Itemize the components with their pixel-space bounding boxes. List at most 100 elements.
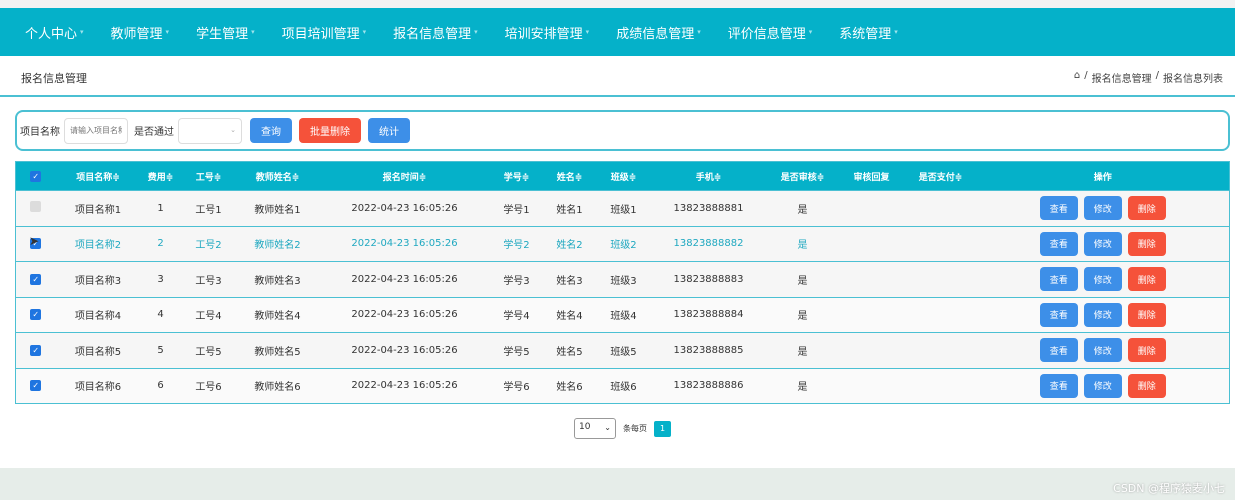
table-cell	[904, 296, 977, 333]
table-cell	[838, 296, 905, 333]
table-cell	[838, 225, 905, 262]
column-header[interactable]: 操作	[976, 161, 1230, 191]
delete-button[interactable]: 删除	[1127, 267, 1166, 292]
nav-item[interactable]: 评价信息管理 ▾	[728, 23, 813, 42]
select-all-checkbox[interactable]: ✓	[15, 161, 56, 191]
view-button[interactable]: 查看	[1039, 302, 1078, 327]
table-cell: 13823888881	[650, 190, 767, 226]
row-checkbox[interactable]: ✓	[15, 261, 56, 297]
pass-label: 是否通过	[134, 127, 174, 138]
edit-button[interactable]: 修改	[1083, 302, 1122, 327]
table-cell: 教师姓名4	[236, 296, 319, 333]
table-cell: 4	[140, 296, 181, 333]
table-cell	[838, 332, 905, 368]
table-cell: 班级6	[596, 367, 651, 404]
table-cell: 项目名称2	[55, 225, 141, 262]
column-header[interactable]: 是否支付≑	[904, 161, 977, 191]
delete-button[interactable]: 删除	[1127, 196, 1166, 221]
row-checkbox[interactable]: ✓	[15, 296, 56, 333]
table-row: ✓ 项目名称6 6 工号6 教师姓名6 2022-04-23 16:05:26 学号6 姓名6…	[15, 367, 1230, 404]
edit-button[interactable]: 修改	[1083, 373, 1122, 398]
edit-button[interactable]: 修改	[1083, 231, 1122, 256]
table-cell: 2022-04-23 16:05:26	[318, 225, 491, 262]
table-cell: 2022-04-23 16:05:26	[318, 190, 491, 226]
column-header[interactable]: 审核回复	[838, 161, 905, 191]
edit-button[interactable]: 修改	[1083, 196, 1122, 221]
table-cell: 6	[140, 367, 181, 404]
table-cell: 学号6	[490, 367, 543, 404]
column-header[interactable]: 费用≑	[140, 161, 181, 191]
view-button[interactable]: 查看	[1039, 373, 1078, 398]
table-cell: 教师姓名2	[236, 225, 319, 262]
page-title: 报名信息管理	[21, 72, 87, 85]
nav-item[interactable]: 教师管理 ▾	[111, 23, 170, 42]
stats-button[interactable]: 统计	[368, 118, 410, 143]
nav-item[interactable]: 培训安排管理 ▾	[505, 23, 590, 42]
column-header[interactable]: 教师姓名≑	[236, 161, 319, 191]
home-icon[interactable]: ⌂	[1074, 70, 1080, 85]
delete-button[interactable]: 删除	[1127, 373, 1166, 398]
table-cell: 学号1	[490, 190, 543, 226]
page-button-current[interactable]: 1	[654, 420, 671, 437]
row-checkbox[interactable]: ✓	[15, 367, 56, 404]
view-button[interactable]: 查看	[1039, 338, 1078, 363]
nav-item[interactable]: 成绩信息管理 ▾	[616, 23, 701, 42]
project-name-input[interactable]	[64, 117, 128, 144]
table-cell	[838, 367, 905, 404]
delete-button[interactable]: 删除	[1127, 231, 1166, 256]
table-cell: 教师姓名5	[236, 332, 319, 368]
column-header[interactable]: 班级≑	[596, 161, 651, 191]
batch-delete-button[interactable]: 批量删除	[299, 118, 361, 143]
delete-button[interactable]: 删除	[1127, 338, 1166, 363]
table-cell: 1	[140, 190, 181, 226]
row-checkbox[interactable]: ✓	[15, 332, 56, 368]
table-cell: 教师姓名6	[236, 367, 319, 404]
breadcrumb-item: 报名信息列表	[1163, 74, 1223, 85]
table-cell: 2022-04-23 16:05:26	[318, 332, 491, 368]
table-cell: 工号4	[180, 296, 237, 333]
column-header[interactable]: 是否审核≑	[766, 161, 839, 191]
table-cell: 项目名称3	[55, 261, 141, 297]
column-header[interactable]: 工号≑	[180, 161, 237, 191]
chevron-down-icon: ▾	[251, 28, 255, 36]
query-button[interactable]: 查询	[250, 118, 292, 143]
row-checkbox[interactable]	[15, 190, 56, 226]
nav-item[interactable]: 学生管理 ▾	[196, 23, 255, 42]
edit-button[interactable]: 修改	[1083, 267, 1122, 292]
table-cell	[838, 190, 905, 226]
table-cell: 教师姓名3	[236, 261, 319, 297]
delete-button[interactable]: 删除	[1127, 302, 1166, 327]
table-cell: 教师姓名1	[236, 190, 319, 226]
table-cell: 姓名5	[542, 332, 597, 368]
nav-item[interactable]: 项目培训管理 ▾	[282, 23, 367, 42]
chevron-down-icon: ▾	[474, 28, 478, 36]
page-size-select[interactable]: 10 ⌄	[574, 418, 616, 439]
column-header[interactable]: 姓名≑	[542, 161, 597, 191]
table-cell: 13823888884	[650, 296, 767, 333]
nav-item[interactable]: 报名信息管理 ▾	[393, 23, 478, 42]
table-cell: 工号5	[180, 332, 237, 368]
nav-item[interactable]: 系统管理 ▾	[839, 23, 898, 42]
view-button[interactable]: 查看	[1039, 267, 1078, 292]
table-cell	[904, 332, 977, 368]
table-row: ✓ 项目名称3 3 工号3 教师姓名3 2022-04-23 16:05:26 学号3 姓名3…	[15, 261, 1230, 297]
chevron-down-icon: ⌄	[230, 125, 236, 134]
table-cell: 班级5	[596, 332, 651, 368]
nav-item[interactable]: 个人中心 ▾	[25, 23, 84, 42]
column-header[interactable]: 手机≑	[650, 161, 767, 191]
pass-select[interactable]: ⌄	[178, 117, 242, 144]
mouse-cursor: ➤	[29, 234, 40, 248]
table-cell: 项目名称1	[55, 190, 141, 226]
watermark: CSDN @程序猿麦小七	[1113, 482, 1225, 495]
edit-button[interactable]: 修改	[1083, 338, 1122, 363]
view-button[interactable]: 查看	[1039, 231, 1078, 256]
column-header[interactable]: 项目名称≑	[55, 161, 141, 191]
view-button[interactable]: 查看	[1039, 196, 1078, 221]
column-header[interactable]: 报名时间≑	[318, 161, 491, 191]
row-actions: 查看 修改 删除	[976, 225, 1230, 262]
chevron-down-icon: ▾	[80, 28, 84, 36]
column-header[interactable]: 学号≑	[490, 161, 543, 191]
breadcrumb-item[interactable]: 报名信息管理	[1092, 70, 1152, 85]
chevron-down-icon: ▾	[808, 28, 813, 36]
table-row: 项目名称1 1 工号1 教师姓名1 2022-04-23 16:05:26 学号1 姓名1 班…	[15, 190, 1230, 226]
